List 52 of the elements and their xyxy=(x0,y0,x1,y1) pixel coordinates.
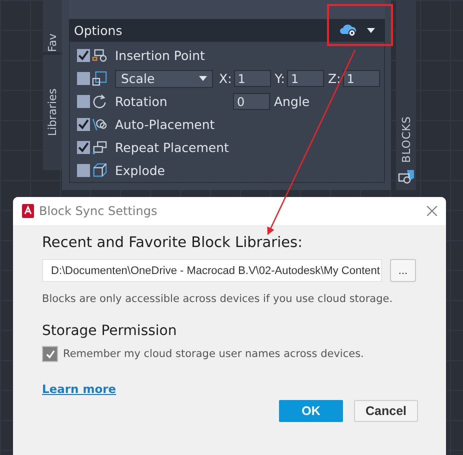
checkmark-icon xyxy=(46,350,54,358)
info-text: Blocks are only accessible across devices if you use cloud storage. xyxy=(42,293,394,305)
browse-button[interactable]: ... xyxy=(390,259,416,282)
explode-cube-icon xyxy=(92,163,107,178)
checkbox[interactable] xyxy=(77,95,90,108)
checkbox[interactable] xyxy=(77,72,90,85)
cloud-gear-icon[interactable] xyxy=(339,23,357,37)
angle-field[interactable]: 0 xyxy=(233,93,270,110)
y-scale-field[interactable]: 1 xyxy=(286,70,324,87)
caret-icon[interactable] xyxy=(367,28,375,32)
axis-label: X: xyxy=(219,71,232,86)
side-tab[interactable]: Fav xyxy=(43,0,62,52)
scale-icon xyxy=(92,71,107,86)
library-path-field[interactable]: D:\Documenten\OneDrive - Macrocad B.V\02-Autodesk\My Content xyxy=(42,259,382,282)
checkmark-icon xyxy=(78,142,89,153)
option-label: Rotation xyxy=(115,94,168,109)
axis-label: Z: xyxy=(328,71,341,86)
auto-placement-icon xyxy=(92,117,107,132)
checkbox[interactable] xyxy=(77,164,90,177)
close-icon[interactable] xyxy=(427,206,437,216)
insertion-point-icon xyxy=(92,48,107,63)
checkbox[interactable] xyxy=(77,49,90,62)
rotate-icon xyxy=(92,94,107,109)
side-tab[interactable]: Libraries xyxy=(43,55,62,170)
ok-button[interactable]: OK xyxy=(279,400,343,422)
highlight-frame xyxy=(327,4,393,46)
option-label: Insertion Point xyxy=(115,48,205,63)
section-heading: Storage Permission xyxy=(42,323,178,339)
option-label: Auto-Placement xyxy=(115,117,215,132)
checkmark-icon xyxy=(78,119,89,130)
checkmark-icon xyxy=(78,50,89,61)
checkbox-label: Remember my cloud storage user names across devices. xyxy=(63,348,364,360)
x-scale-field[interactable]: 1 xyxy=(234,70,271,87)
checkbox[interactable] xyxy=(77,141,90,154)
cancel-button[interactable]: Cancel xyxy=(354,400,418,422)
section-heading: Recent and Favorite Block Libraries: xyxy=(42,235,304,251)
scale-dropdown[interactable]: Scale xyxy=(115,70,213,88)
z-scale-field[interactable]: 1 xyxy=(342,70,380,87)
app-logo-icon xyxy=(22,204,34,218)
caret-icon xyxy=(199,76,207,81)
blocks-icon[interactable] xyxy=(398,169,414,184)
axis-label: Y: xyxy=(274,71,285,86)
dialog-title: Block Sync Settings xyxy=(39,204,158,218)
option-label: Explode xyxy=(115,163,165,178)
learn-more-link[interactable]: Learn more xyxy=(42,382,116,396)
option-label: Repeat Placement xyxy=(115,140,229,155)
repeat-placement-icon xyxy=(92,140,107,155)
side-tab[interactable]: BLOCKS xyxy=(400,116,412,163)
checkbox[interactable] xyxy=(77,118,90,131)
checkbox[interactable] xyxy=(42,346,58,362)
options-title: Options xyxy=(74,22,124,38)
angle-label: Angle xyxy=(274,94,310,109)
